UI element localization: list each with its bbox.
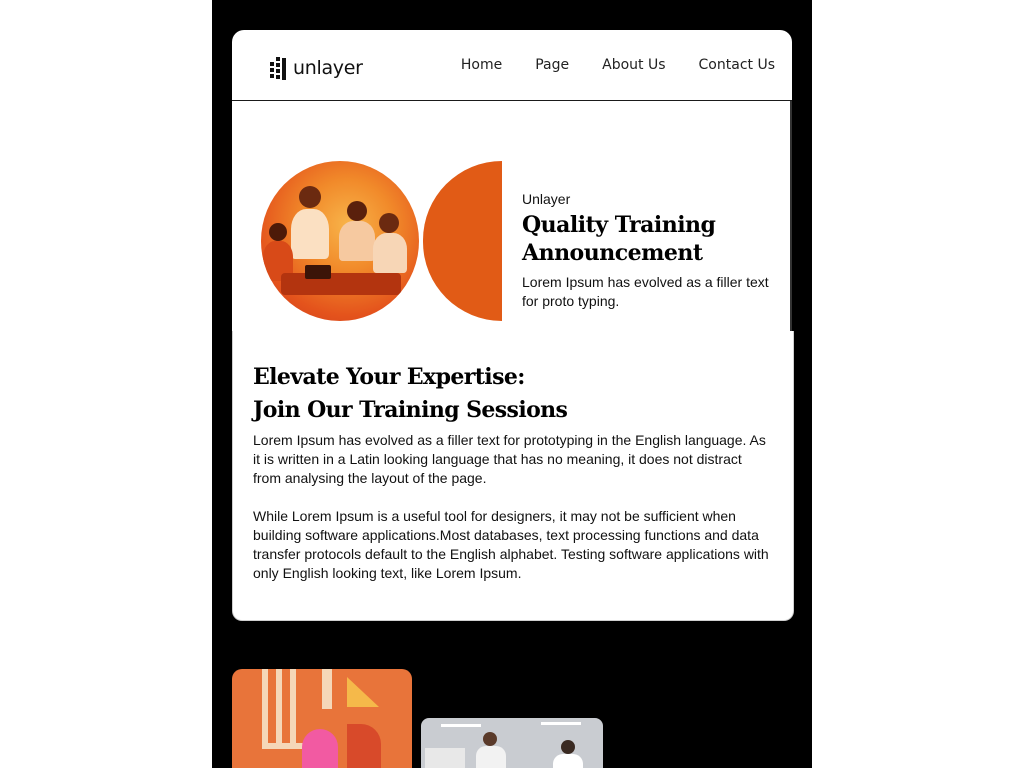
content-title: Elevate Your Expertise: Join Our Trainin… — [253, 361, 773, 427]
logo-text: unlayer — [293, 57, 363, 79]
main-nav: Home Page About Us Contact Us — [428, 57, 775, 73]
logo[interactable]: unlayer — [270, 54, 363, 82]
gallery-image-office — [421, 718, 603, 768]
nav-contact-us[interactable]: Contact Us — [699, 57, 775, 73]
header: unlayer Home Page About Us Contact Us — [232, 30, 792, 101]
content-paragraph-2: While Lorem Ipsum is a useful tool for d… — [253, 508, 769, 581]
hero-subtitle: Lorem Ipsum has evolved as a filler text… — [522, 274, 769, 309]
nav-home[interactable]: Home — [461, 57, 502, 73]
decorative-half-circle — [423, 161, 502, 321]
content-section: Elevate Your Expertise: Join Our Trainin… — [232, 331, 794, 621]
content-title-line2: Join Our Training Sessions — [253, 397, 568, 423]
nav-page[interactable]: Page — [535, 57, 569, 73]
content-paragraph-1: Lorem Ipsum has evolved as a filler text… — [253, 432, 766, 486]
hero-title: Quality Training Announcement — [522, 211, 782, 267]
content-title-line1: Elevate Your Expertise: — [253, 364, 525, 390]
hero-section: Unlayer Quality Training Announcement Lo… — [232, 101, 792, 331]
team-photo — [261, 161, 419, 321]
nav-about-us[interactable]: About Us — [602, 57, 665, 73]
unlayer-logo-icon — [270, 54, 290, 82]
hero-brand: Unlayer — [522, 191, 571, 207]
gallery-image-abstract — [232, 669, 412, 768]
hero-text: Unlayer Quality Training Announcement Lo… — [522, 191, 782, 311]
hero-title-line2: Announcement — [522, 240, 703, 266]
hero-title-line1: Quality Training — [522, 212, 716, 238]
